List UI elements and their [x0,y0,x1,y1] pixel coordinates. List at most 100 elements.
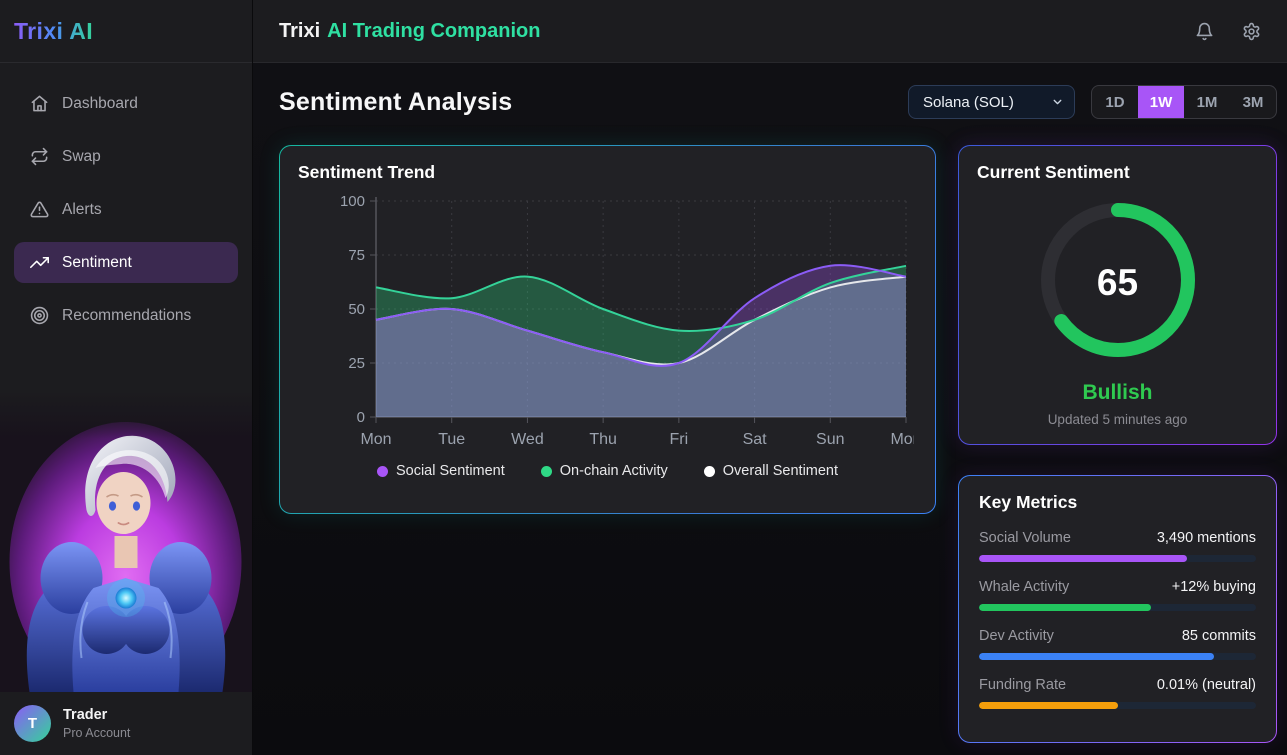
gear-icon[interactable] [1242,22,1261,41]
sidebar-item-label: Swap [62,148,101,166]
metric-value: 0.01% (neutral) [1157,677,1256,693]
swap-icon [30,147,49,166]
legend-dot-icon [377,466,388,477]
metric-progress-track [979,702,1256,709]
right-column: Current Sentiment 65 Bullish Updated 5 m… [958,145,1277,743]
timeframe-1m[interactable]: 1M [1184,86,1230,118]
sidebar-item-dashboard[interactable]: Dashboard [14,83,238,124]
legend-label: Social Sentiment [396,463,505,479]
sidebar-item-alerts[interactable]: Alerts [14,189,238,230]
legend-label: On-chain Activity [560,463,668,479]
target-icon [30,306,49,325]
metric-row: Dev Activity 85 commits [979,628,1256,660]
main-area: Trixi AI Trading Companion Sentiment Anal… [253,0,1287,755]
avatar: T [14,705,51,742]
app-title-suffix: AI Trading Companion [327,20,540,42]
svg-text:75: 75 [348,247,365,264]
user-plan: Pro Account [63,726,130,740]
metric-label: Social Volume [979,530,1071,546]
app-root: Trixi AI Dashboard Swap Alerts Sentiment Rec… [0,0,1287,755]
timeframe-3m[interactable]: 3M [1230,86,1276,118]
svg-text:100: 100 [339,193,364,210]
metric-label: Funding Rate [979,677,1066,693]
logo-box: Trixi AI [0,0,252,63]
metric-label: Whale Activity [979,579,1069,595]
home-icon [30,94,49,113]
topbar: Trixi AI Trading Companion [253,0,1287,63]
metric-row: Whale Activity +12% buying [979,579,1256,611]
metric-progress-fill [979,604,1151,611]
legend-dot-icon [541,466,552,477]
key-metrics-title: Key Metrics [979,492,1256,513]
sentiment-trend-card: Sentiment Trend 0 25 50 75 100 Mon Tue Wed Thu Fr… [279,145,936,514]
sentiment-gauge-wrap: 65 [1034,196,1202,369]
sentiment-updated: Updated 5 minutes ago [977,412,1258,427]
token-select-wrap: Solana (SOL) [908,85,1075,119]
metric-progress-track [979,653,1256,660]
timeframe-1d[interactable]: 1D [1092,86,1138,118]
svg-text:Mon: Mon [360,431,391,448]
svg-text:Mon: Mon [890,431,914,448]
sentiment-trend-chart: 0255075100MonTueWedThuFriSatSunMon [302,191,914,459]
svg-text:0: 0 [356,409,364,426]
chart-area: 0255075100MonTueWedThuFriSatSunMon [298,191,917,459]
sidebar-item-label: Sentiment [62,254,132,272]
sidebar-item-recommendations[interactable]: Recommendations [14,295,238,336]
metric-progress-fill [979,702,1118,709]
sentiment-score: 65 [1034,196,1202,369]
legend-item: On-chain Activity [541,463,668,479]
mascot-image [0,390,252,692]
sidebar-item-sentiment[interactable]: Sentiment [14,242,238,283]
content: Sentiment Analysis Solana (SOL) 1D1W1M3M… [253,63,1287,755]
metric-progress-fill [979,653,1214,660]
sentiment-label: Bullish [977,381,1258,405]
metric-progress-track [979,604,1256,611]
user-name: Trader [63,707,130,723]
page-head: Sentiment Analysis Solana (SOL) 1D1W1M3M [279,85,1277,119]
current-sentiment-title: Current Sentiment [977,162,1258,183]
dashboard-grid: Sentiment Trend 0 25 50 75 100 Mon Tue Wed Thu Fr… [279,145,1277,743]
metric-label: Dev Activity [979,628,1054,644]
metric-progress-fill [979,555,1187,562]
svg-text:Thu: Thu [589,431,617,448]
sidebar-item-label: Dashboard [62,95,138,113]
metric-row: Funding Rate 0.01% (neutral) [979,677,1256,709]
svg-text:Fri: Fri [669,431,688,448]
metric-value: 3,490 mentions [1157,530,1256,546]
token-select[interactable]: Solana (SOL) [908,85,1075,119]
topbar-actions [1195,22,1261,41]
user-section[interactable]: T Trader Pro Account [0,692,252,755]
chart-title: Sentiment Trend [298,162,917,183]
sidebar-item-label: Alerts [62,201,102,219]
key-metrics-card: Key Metrics Social Volume 3,490 mentions… [958,475,1277,743]
legend-item: Overall Sentiment [704,463,838,479]
metric-value: +12% buying [1172,579,1256,595]
current-sentiment-card: Current Sentiment 65 Bullish Updated 5 m… [958,145,1277,445]
timeframe-1w[interactable]: 1W [1138,86,1184,118]
legend-item: Social Sentiment [377,463,505,479]
legend-label: Overall Sentiment [723,463,838,479]
sidebar-item-swap[interactable]: Swap [14,136,238,177]
app-title-prefix: Trixi [279,20,320,42]
svg-text:50: 50 [348,301,365,318]
svg-text:Wed: Wed [511,431,544,448]
alert-triangle-icon [30,200,49,219]
metric-row: Social Volume 3,490 mentions [979,530,1256,562]
controls: Solana (SOL) 1D1W1M3M [908,85,1277,119]
metric-value: 85 commits [1182,628,1256,644]
bell-icon[interactable] [1195,22,1214,41]
sidebar: Trixi AI Dashboard Swap Alerts Sentiment Rec… [0,0,253,755]
mascot-svg [0,390,252,692]
sidebar-nav: Dashboard Swap Alerts Sentiment Recommendati… [0,63,252,390]
app-title: Trixi AI Trading Companion [279,20,540,43]
sidebar-item-label: Recommendations [62,307,191,325]
metrics-list: Social Volume 3,490 mentions Whale Activ… [979,530,1256,709]
trending-up-icon [30,253,49,272]
chart-legend: Social Sentiment On-chain Activity Overall… [298,463,917,479]
svg-text:25: 25 [348,355,365,372]
legend-dot-icon [704,466,715,477]
metric-progress-track [979,555,1256,562]
svg-text:Tue: Tue [438,431,465,448]
svg-text:Sun: Sun [816,431,844,448]
page-title: Sentiment Analysis [279,88,512,117]
